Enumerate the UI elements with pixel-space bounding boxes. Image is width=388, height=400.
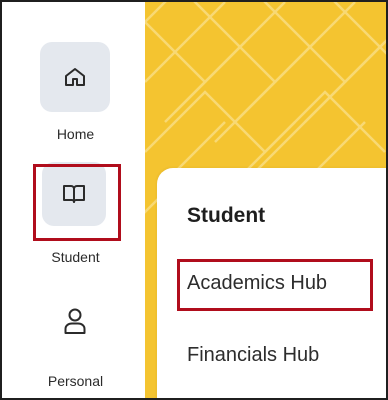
academics-hub-highlight	[177, 259, 373, 311]
person-icon-tile[interactable]	[40, 286, 110, 356]
sidebar-item-label: Personal	[47, 373, 104, 389]
financials-hub-link[interactable]: Financials Hub	[187, 344, 319, 367]
home-icon-tile[interactable]	[40, 42, 110, 112]
panel-title: Student	[187, 204, 266, 227]
sidebar-item-home[interactable]: Home	[2, 2, 142, 152]
app-window: Home Student Personal Student Academics …	[0, 0, 388, 400]
sidebar-item-label: Home	[56, 126, 95, 142]
sidebar-item-label: Student	[51, 249, 100, 265]
home-icon	[65, 68, 85, 86]
student-icon-highlight	[33, 164, 121, 241]
sidebar-item-personal[interactable]: Personal	[2, 272, 142, 398]
person-icon	[64, 308, 86, 334]
